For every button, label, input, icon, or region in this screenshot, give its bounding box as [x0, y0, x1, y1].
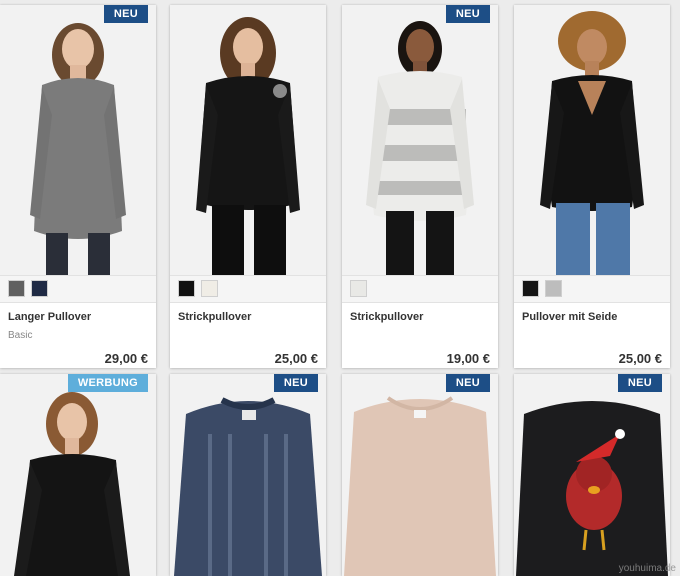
- color-swatch-cream[interactable]: [201, 280, 218, 297]
- product-card[interactable]: NEU: [342, 374, 498, 576]
- product-subtitle: Basic: [8, 330, 33, 341]
- product-image[interactable]: [0, 374, 156, 576]
- color-swatch-grey[interactable]: [8, 280, 25, 297]
- product-price: 29,00 €: [104, 351, 148, 366]
- product-info: Strickpullover 25,00 €: [170, 303, 326, 368]
- product-image[interactable]: [0, 5, 156, 275]
- product-price: 19,00 €: [446, 351, 490, 366]
- color-swatch-black[interactable]: [522, 280, 539, 297]
- color-swatches: [170, 275, 326, 303]
- product-image[interactable]: [342, 374, 498, 576]
- product-image[interactable]: [514, 5, 670, 275]
- product-info: Langer Pullover Basic 29,00 €: [0, 303, 156, 368]
- color-swatch-grey[interactable]: [545, 280, 562, 297]
- product-card[interactable]: NEU: [514, 374, 670, 576]
- color-swatch-black[interactable]: [178, 280, 195, 297]
- color-swatch-navy[interactable]: [31, 280, 48, 297]
- new-badge: NEU: [103, 5, 148, 23]
- new-badge: NEU: [273, 374, 318, 392]
- product-image[interactable]: [514, 374, 670, 576]
- color-swatches: [514, 275, 670, 303]
- product-name[interactable]: Pullover mit Seide: [522, 311, 662, 323]
- product-name[interactable]: Strickpullover: [178, 311, 318, 323]
- product-info: Strickpullover 19,00 €: [342, 303, 498, 368]
- product-card[interactable]: Strickpullover 25,00 €: [170, 5, 326, 368]
- product-card[interactable]: NEU: [170, 374, 326, 576]
- product-grid: NEU Langer Pullover Basic 29,00 € Strick…: [0, 0, 680, 576]
- product-name[interactable]: Strickpullover: [350, 311, 490, 323]
- product-name[interactable]: Langer Pullover: [8, 311, 148, 323]
- new-badge: NEU: [445, 374, 490, 392]
- ad-badge: WERBUNG: [67, 374, 148, 392]
- color-swatches: [0, 275, 156, 303]
- watermark: youhuima.de: [618, 563, 676, 574]
- new-badge: NEU: [445, 5, 490, 23]
- product-card[interactable]: Pullover mit Seide 25,00 €: [514, 5, 670, 368]
- new-badge: NEU: [617, 374, 662, 392]
- product-info: Pullover mit Seide 25,00 €: [514, 303, 670, 368]
- product-price: 25,00 €: [274, 351, 318, 366]
- color-swatch-offwhite[interactable]: [350, 280, 367, 297]
- color-swatches: [342, 275, 498, 303]
- product-price: 25,00 €: [618, 351, 662, 366]
- product-card[interactable]: NEU Langer Pullover Basic 29,00 €: [0, 5, 156, 368]
- product-image[interactable]: [170, 374, 326, 576]
- product-card[interactable]: NEU Strickpullover 19,00 €: [342, 5, 498, 368]
- product-card[interactable]: WERBUNG: [0, 374, 156, 576]
- product-image[interactable]: [342, 5, 498, 275]
- product-image[interactable]: [170, 5, 326, 275]
